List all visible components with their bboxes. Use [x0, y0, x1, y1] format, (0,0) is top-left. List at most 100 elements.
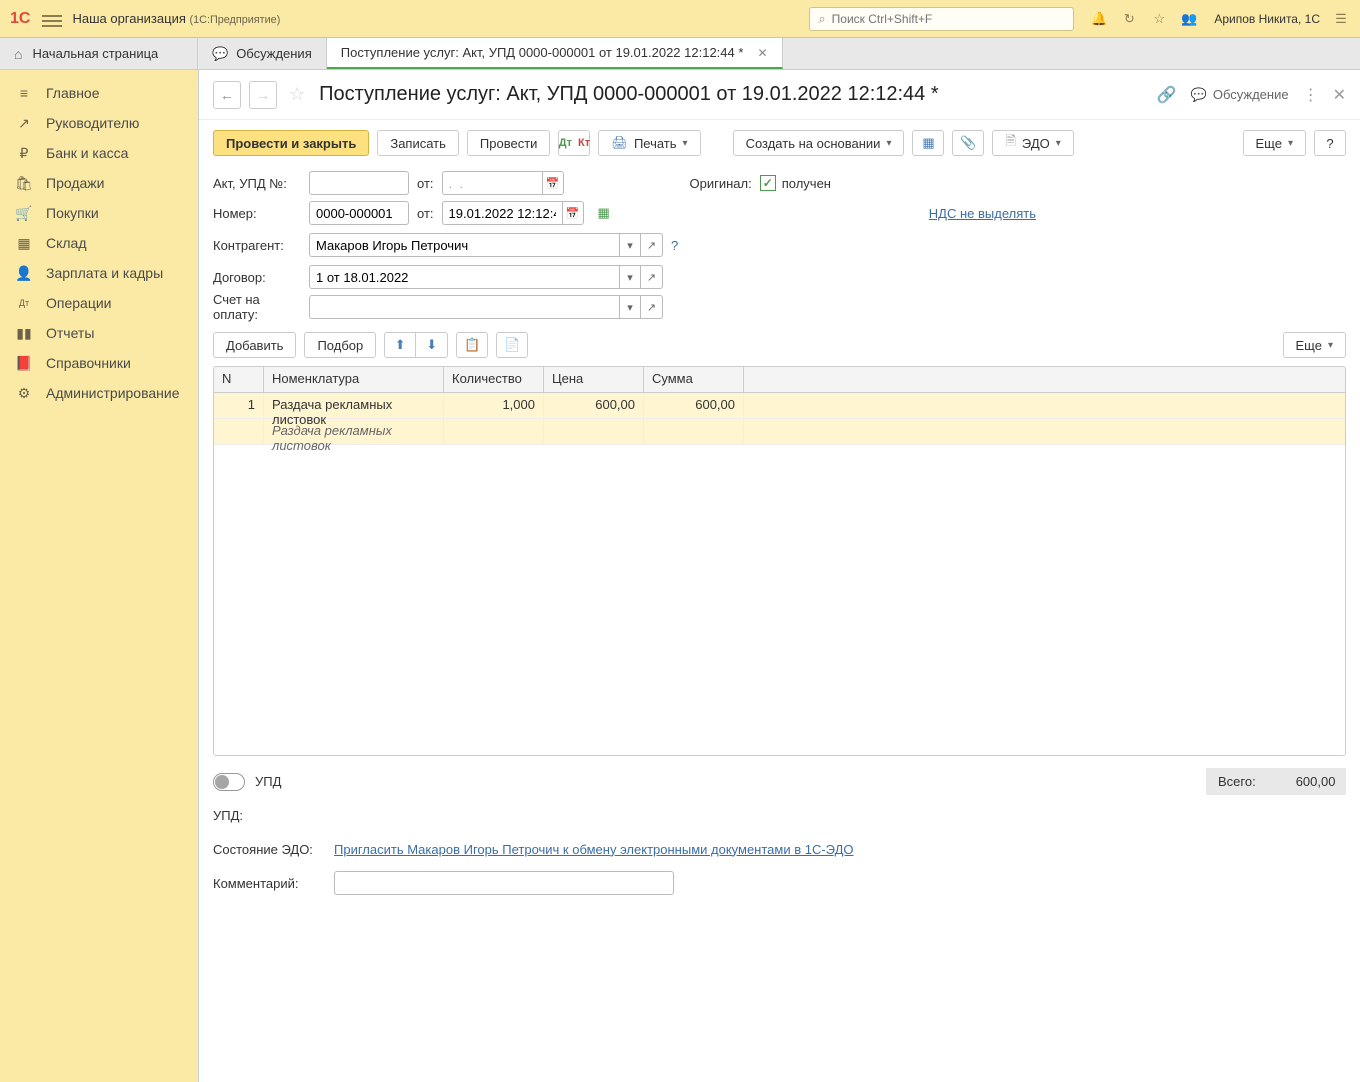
table-row[interactable]: 1 Раздача рекламных листовок 1,000 600,0… [214, 393, 1345, 419]
move-down-button[interactable]: ⬇ [416, 332, 448, 358]
col-nomenclature[interactable]: Номенклатура [264, 367, 444, 392]
tab-discussions[interactable]: 💬 Обсуждения [198, 38, 327, 69]
sidebar-item-main[interactable]: ≡Главное [0, 78, 198, 108]
reports-icon: ▮▮ [16, 325, 32, 341]
tab-home-label: Начальная страница [32, 46, 158, 61]
print-button[interactable]: 🖨Печать▾ [598, 130, 700, 156]
counterparty-group: ▾ ↗ [309, 233, 663, 257]
vat-link[interactable]: НДС не выделять [929, 206, 1036, 221]
contract-group: ▾ ↗ [309, 265, 663, 289]
star-icon[interactable]: ☆ [1150, 10, 1168, 28]
users-icon[interactable]: 👥 [1180, 10, 1198, 28]
home-icon: ⌂ [14, 46, 22, 62]
org-title: Наша организация (1С:Предприятие) [72, 11, 280, 26]
post-button[interactable]: Провести [467, 130, 551, 156]
kebab-icon[interactable]: ⋮ [1303, 85, 1319, 105]
edo-status-link[interactable]: Пригласить Макаров Игорь Петрочич к обме… [334, 842, 854, 857]
sidebar-item-label: Руководителю [46, 115, 139, 131]
sidebar-item-bank[interactable]: ₽Банк и касса [0, 138, 198, 168]
more-button[interactable]: Еще▾ [1243, 130, 1306, 156]
calendar-icon[interactable]: 📅 [542, 171, 564, 195]
dtkt-button[interactable]: ДтКт [558, 130, 590, 156]
tab-active-doc-label: Поступление услуг: Акт, УПД 0000-000001 … [341, 45, 744, 60]
back-button[interactable]: ← [213, 81, 241, 109]
contract-input[interactable] [309, 265, 619, 289]
link-icon[interactable]: 🔗 [1157, 85, 1177, 105]
akt-date-input[interactable] [442, 171, 542, 195]
grid-body[interactable]: 1 Раздача рекламных листовок 1,000 600,0… [214, 393, 1345, 755]
sidebar-item-references[interactable]: 📕Справочники [0, 348, 198, 378]
edo-icon: 🗎 [1005, 132, 1015, 154]
edo-button[interactable]: 🗎ЭДО▾ [992, 130, 1073, 156]
contract-label: Договор: [213, 270, 301, 285]
tab-home[interactable]: ⌂ Начальная страница [0, 38, 198, 69]
sidebar-item-payroll[interactable]: 👤Зарплата и кадры [0, 258, 198, 288]
open-icon[interactable]: ↗ [641, 233, 663, 257]
menu-icon[interactable]: ☰ [1332, 10, 1350, 28]
attach-button[interactable]: 📎 [952, 130, 984, 156]
comment-input[interactable] [334, 871, 674, 895]
counterparty-input[interactable] [309, 233, 619, 257]
col-n[interactable]: N [214, 367, 264, 392]
main-icon: ≡ [16, 85, 32, 101]
col-qty[interactable]: Количество [444, 367, 544, 392]
open-icon[interactable]: ↗ [641, 295, 663, 319]
dropdown-icon[interactable]: ▾ [619, 233, 641, 257]
help-button[interactable]: ? [1314, 130, 1346, 156]
close-icon[interactable]: ✕ [1333, 85, 1346, 105]
grid-more-button[interactable]: Еще▾ [1283, 332, 1346, 358]
hamburger-menu[interactable] [42, 12, 62, 26]
post-status-icon[interactable]: ▦ [598, 205, 610, 221]
total-label: Всего: [1218, 774, 1256, 789]
more-label: Еще [1256, 136, 1282, 151]
user-name[interactable]: Арипов Никита, 1С [1214, 12, 1320, 26]
pick-button[interactable]: Подбор [304, 332, 376, 358]
from-label-1: от: [417, 176, 434, 191]
number-input[interactable] [309, 201, 409, 225]
table-row-sub[interactable]: Раздача рекламных листовок [214, 419, 1345, 445]
col-sum[interactable]: Сумма [644, 367, 744, 392]
sidebar-item-reports[interactable]: ▮▮Отчеты [0, 318, 198, 348]
doc-toolbar: Провести и закрыть Записать Провести ДтК… [199, 120, 1360, 166]
dropdown-icon[interactable]: ▾ [619, 265, 641, 289]
sidebar-item-sales[interactable]: 🛍Продажи [0, 168, 198, 198]
add-button[interactable]: Добавить [213, 332, 296, 358]
date-input[interactable] [442, 201, 562, 225]
invoice-input[interactable] [309, 295, 619, 319]
invoice-group: ▾ ↗ [309, 295, 663, 319]
sidebar-item-operations[interactable]: ДтОперации [0, 288, 198, 318]
total-value: 600,00 [1296, 774, 1336, 789]
akt-number-input[interactable] [309, 171, 409, 195]
open-icon[interactable]: ↗ [641, 265, 663, 289]
search-icon: ⌕ [818, 11, 825, 27]
sidebar-item-admin[interactable]: ⚙Администрирование [0, 378, 198, 408]
dropdown-icon[interactable]: ▾ [619, 295, 641, 319]
copy-button[interactable]: 📋 [456, 332, 488, 358]
grid-header: N Номенклатура Количество Цена Сумма [214, 367, 1345, 393]
upd-toggle[interactable] [213, 773, 245, 791]
forward-button[interactable]: → [249, 81, 277, 109]
discuss-button[interactable]: 💬Обсуждение [1191, 87, 1289, 103]
registers-button[interactable]: ▦ [912, 130, 944, 156]
favorite-icon[interactable]: ☆ [289, 84, 305, 105]
search-input[interactable] [832, 12, 1066, 26]
sidebar-item-warehouse[interactable]: ▦Склад [0, 228, 198, 258]
bell-icon[interactable]: 🔔 [1090, 10, 1108, 28]
history-icon[interactable]: ↻ [1120, 10, 1138, 28]
create-based-button[interactable]: Создать на основании▾ [733, 130, 905, 156]
calendar-icon[interactable]: 📅 [562, 201, 584, 225]
post-close-button[interactable]: Провести и закрыть [213, 130, 369, 156]
search-box[interactable]: ⌕ [809, 7, 1074, 31]
save-button[interactable]: Записать [377, 130, 459, 156]
tab-close-icon[interactable]: ✕ [757, 46, 767, 60]
original-checkbox[interactable]: ✓ [760, 175, 776, 191]
paste-button[interactable]: 📄 [496, 332, 528, 358]
sidebar-item-purchases[interactable]: 🛒Покупки [0, 198, 198, 228]
help-icon[interactable]: ? [671, 238, 678, 253]
sidebar-item-manager[interactable]: ↗Руководителю [0, 108, 198, 138]
col-price[interactable]: Цена [544, 367, 644, 392]
move-up-button[interactable]: ⬆ [384, 332, 416, 358]
upd-toggle-label: УПД [255, 774, 281, 789]
tab-active-doc[interactable]: Поступление услуг: Акт, УПД 0000-000001 … [327, 38, 783, 69]
cell-sum [644, 419, 744, 444]
